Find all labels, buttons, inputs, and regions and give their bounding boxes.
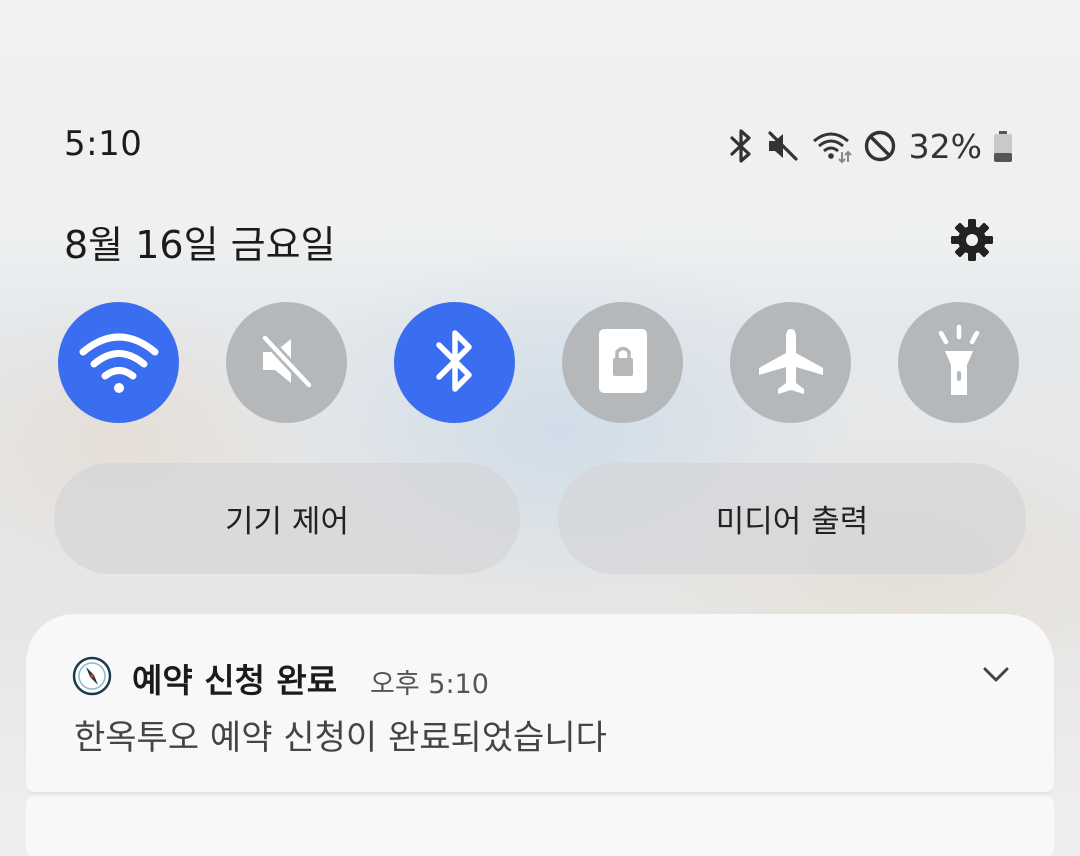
media-output-button[interactable]: 미디어 출력 [558,463,1026,574]
mute-icon [765,128,801,164]
airplane-icon [755,325,827,401]
device-control-label: 기기 제어 [225,504,349,540]
chevron-down-icon[interactable] [980,658,1012,690]
media-output-label: 미디어 출력 [715,504,869,540]
wifi-toggle[interactable] [58,302,179,423]
notification-body: 한옥투오 예약 신청이 완료되었습니다 [74,718,607,758]
bluetooth-icon [429,325,481,401]
bluetooth-toggle[interactable] [394,302,515,423]
date-row: 8월 16일 금요일 [64,210,996,270]
compass-icon [72,656,112,696]
quick-toggles [58,302,1020,424]
status-bar: 5:10 32% [64,118,1014,174]
bluetooth-icon [727,128,755,164]
flashlight-toggle[interactable] [898,302,1019,423]
sound-toggle[interactable] [226,302,347,423]
battery-icon [992,128,1014,164]
device-control-button[interactable]: 기기 제어 [54,463,520,574]
gear-icon [948,219,996,268]
wifi-data-icon [811,128,853,164]
next-notification-card[interactable] [26,796,1054,856]
notification-card[interactable]: 예약 신청 완료 오후 5:10 한옥투오 예약 신청이 완료되었습니다 [26,614,1054,792]
date-text: 8월 16일 금요일 [64,223,336,267]
status-icons: 32% [727,126,1014,166]
status-clock: 5:10 [64,124,143,164]
flashlight-icon [931,323,987,403]
battery-percent: 32% [908,126,982,166]
airplane-mode-toggle[interactable] [730,302,851,423]
notification-time: 오후 5:10 [370,669,489,700]
settings-button[interactable] [948,216,996,264]
do-not-disturb-icon [863,129,897,163]
mute-icon [255,329,319,397]
wifi-icon [79,326,159,400]
notification-title: 예약 신청 완료 [132,661,338,700]
rotation-lock-toggle[interactable] [562,302,683,423]
rotation-lock-icon [596,326,650,400]
